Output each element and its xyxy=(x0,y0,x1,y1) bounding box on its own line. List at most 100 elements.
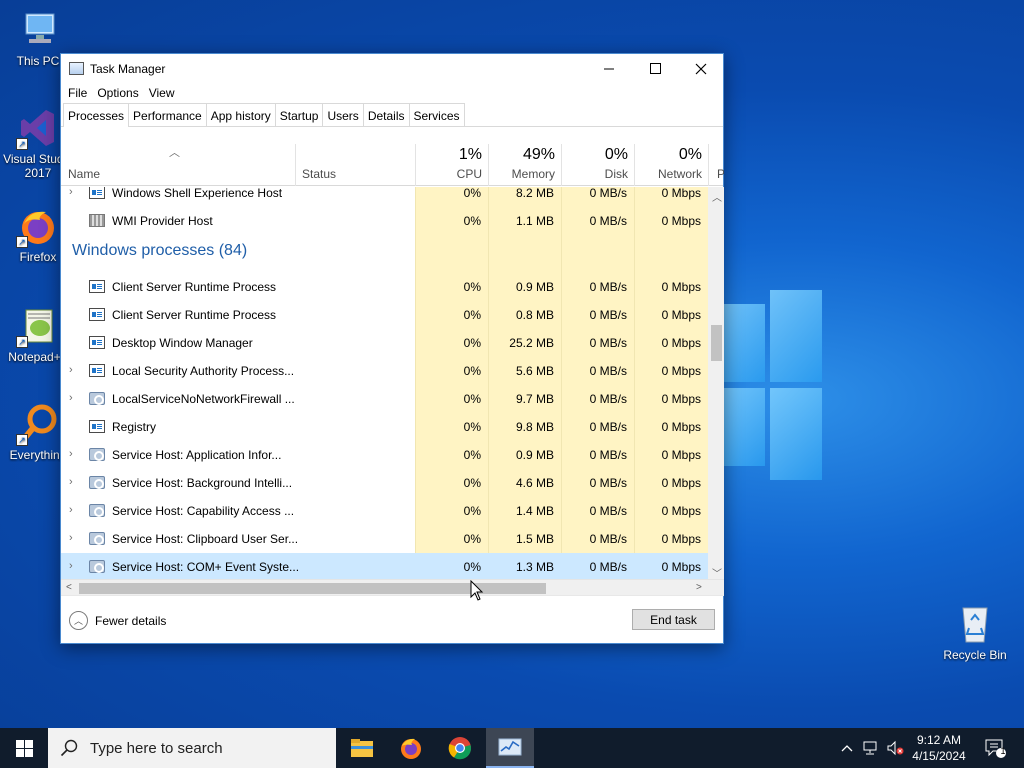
network-value: 0 Mbps xyxy=(661,336,701,350)
tab-services[interactable]: Services xyxy=(408,103,465,126)
vertical-scroll-thumb[interactable] xyxy=(711,325,722,361)
cpu-value: 0% xyxy=(463,560,481,574)
column-disk[interactable]: 0% Disk xyxy=(561,144,634,186)
chevron-up-icon: ︿ xyxy=(69,611,88,630)
process-row[interactable]: Client Server Runtime Process 0% 0.8 MB 0 M… xyxy=(61,301,708,329)
firefox-icon xyxy=(401,738,421,759)
column-power[interactable]: P xyxy=(708,144,724,186)
maximize-button[interactable] xyxy=(632,54,678,83)
everything-search-icon: ↗ xyxy=(16,402,60,446)
process-name: Service Host: COM+ Event Syste... xyxy=(112,560,300,574)
disk-value: 0 MB/s xyxy=(589,476,627,490)
chevron-right-icon[interactable]: › xyxy=(69,532,79,544)
fewer-details-label: Fewer details xyxy=(95,613,167,628)
horizontal-scrollbar[interactable]: < > xyxy=(61,579,724,596)
action-center-button[interactable]: 1 xyxy=(978,728,1012,768)
tab-performance[interactable]: Performance xyxy=(128,103,207,126)
taskbar-task-manager[interactable] xyxy=(486,728,534,768)
process-name: Client Server Runtime Process xyxy=(112,280,277,294)
column-network-label: Network xyxy=(657,167,702,181)
volume-tray-button[interactable] xyxy=(884,728,906,768)
tab-processes[interactable]: Processes xyxy=(63,103,130,127)
taskbar-file-explorer[interactable] xyxy=(338,728,386,768)
memory-total-percent: 49% xyxy=(522,146,555,163)
gear-icon xyxy=(89,392,105,405)
process-row[interactable]: › Windows Shell Experience Host 0% 8.2 MB 0 … xyxy=(61,187,708,207)
windows-wallpaper-logo xyxy=(720,290,822,480)
network-value: 0 Mbps xyxy=(661,187,701,200)
process-row[interactable]: › Service Host: Background Intelli... 0% 4.… xyxy=(61,469,708,497)
title-bar[interactable]: Task Manager xyxy=(61,54,723,83)
process-row[interactable]: › Service Host: COM+ Event Syste... 0% 1.3 … xyxy=(61,553,708,579)
process-row[interactable]: › LocalServiceNoNetworkFirewall ... 0% 9.7 … xyxy=(61,385,708,413)
memory-value: 0.9 MB xyxy=(515,280,554,294)
process-row[interactable]: › Service Host: Application Infor... 0% 0.9… xyxy=(61,441,708,469)
cpu-value: 0% xyxy=(463,280,481,294)
wmi-icon xyxy=(89,214,105,227)
taskbar-search-box[interactable]: Type here to search xyxy=(48,728,336,768)
column-network[interactable]: 0% Network xyxy=(634,144,708,186)
clock[interactable]: 9:12 AM 4/15/2024 xyxy=(905,732,973,764)
chevron-right-icon[interactable]: › xyxy=(69,560,79,572)
chevron-right-icon[interactable]: › xyxy=(69,448,79,460)
network-value: 0 Mbps xyxy=(661,420,701,434)
process-row[interactable]: Desktop Window Manager 0% 25.2 MB 0 MB/s 0 M… xyxy=(61,329,708,357)
vertical-scrollbar[interactable]: ︿ ﹀ xyxy=(708,187,724,580)
end-task-button[interactable]: End task xyxy=(632,609,715,630)
tab-details[interactable]: Details xyxy=(362,103,410,126)
taskbar-firefox[interactable] xyxy=(387,728,435,768)
cpu-value: 0% xyxy=(463,308,481,322)
show-hidden-icons-button[interactable] xyxy=(838,728,856,768)
process-row[interactable]: › Service Host: Clipboard User Ser... 0% 1.… xyxy=(61,525,708,553)
disk-value: 0 MB/s xyxy=(589,280,627,294)
process-row[interactable]: › Service Host: Capability Access ... 0% 1.… xyxy=(61,497,708,525)
scroll-down-icon[interactable]: ﹀ xyxy=(712,565,722,580)
start-button[interactable] xyxy=(0,728,48,768)
chevron-right-icon[interactable]: › xyxy=(69,504,79,516)
process-group-header[interactable]: Windows processes (84) xyxy=(61,238,708,266)
cpu-value: 0% xyxy=(463,336,481,350)
task-manager-icon xyxy=(498,738,522,756)
memory-value: 0.9 MB xyxy=(515,448,554,462)
chevron-right-icon[interactable]: › xyxy=(69,364,79,376)
maximize-icon xyxy=(649,63,661,74)
shortcut-arrow-icon: ↗ xyxy=(16,236,28,248)
desktop-icon-recycle-bin[interactable]: Recycle Bin xyxy=(940,602,1010,662)
group-title: Windows processes (84) xyxy=(72,242,248,259)
column-name[interactable]: Name xyxy=(61,144,295,186)
process-row[interactable]: Registry 0% 9.8 MB 0 MB/s 0 Mbps xyxy=(61,413,708,441)
process-row[interactable]: Client Server Runtime Process 0% 0.9 MB 0 M… xyxy=(61,273,708,301)
scroll-left-icon[interactable]: < xyxy=(66,582,72,593)
network-tray-button[interactable] xyxy=(860,728,882,768)
network-value: 0 Mbps xyxy=(661,308,701,322)
column-cpu[interactable]: 1% CPU xyxy=(415,144,488,186)
column-memory[interactable]: 49% Memory xyxy=(488,144,561,186)
scroll-right-icon[interactable]: > xyxy=(696,582,702,593)
process-row[interactable]: WMI Provider Host 0% 1.1 MB 0 MB/s 0 Mbps xyxy=(61,207,708,235)
cpu-value: 0% xyxy=(463,448,481,462)
disk-value: 0 MB/s xyxy=(589,392,627,406)
tab-app-history[interactable]: App history xyxy=(205,103,276,126)
tab-users[interactable]: Users xyxy=(322,103,364,126)
column-status[interactable]: Status xyxy=(295,144,415,186)
taskbar-chrome[interactable] xyxy=(436,728,484,768)
menu-options[interactable]: Options xyxy=(92,83,143,103)
chevron-right-icon[interactable]: › xyxy=(69,187,79,198)
scroll-up-icon[interactable]: ︿ xyxy=(712,189,722,204)
menu-file[interactable]: File xyxy=(63,83,92,103)
chevron-right-icon[interactable]: › xyxy=(69,392,79,404)
desktop-icon-label: Recycle Bin xyxy=(943,648,1007,662)
task-manager-window: Task Manager File Options View Processes… xyxy=(60,53,724,644)
minimize-button[interactable] xyxy=(586,54,632,83)
menu-view[interactable]: View xyxy=(144,83,180,103)
chevron-right-icon[interactable]: › xyxy=(69,476,79,488)
process-row[interactable]: › Local Security Authority Process... 0% 5.… xyxy=(61,357,708,385)
column-memory-label: Memory xyxy=(511,167,555,181)
fewer-details-link[interactable]: ︿ Fewer details xyxy=(69,611,166,630)
disk-value: 0 MB/s xyxy=(589,560,627,574)
close-button[interactable] xyxy=(678,54,724,83)
gear-icon xyxy=(89,504,105,517)
disk-value: 0 MB/s xyxy=(589,448,627,462)
network-value: 0 Mbps xyxy=(661,532,701,546)
tab-startup[interactable]: Startup xyxy=(274,103,324,126)
